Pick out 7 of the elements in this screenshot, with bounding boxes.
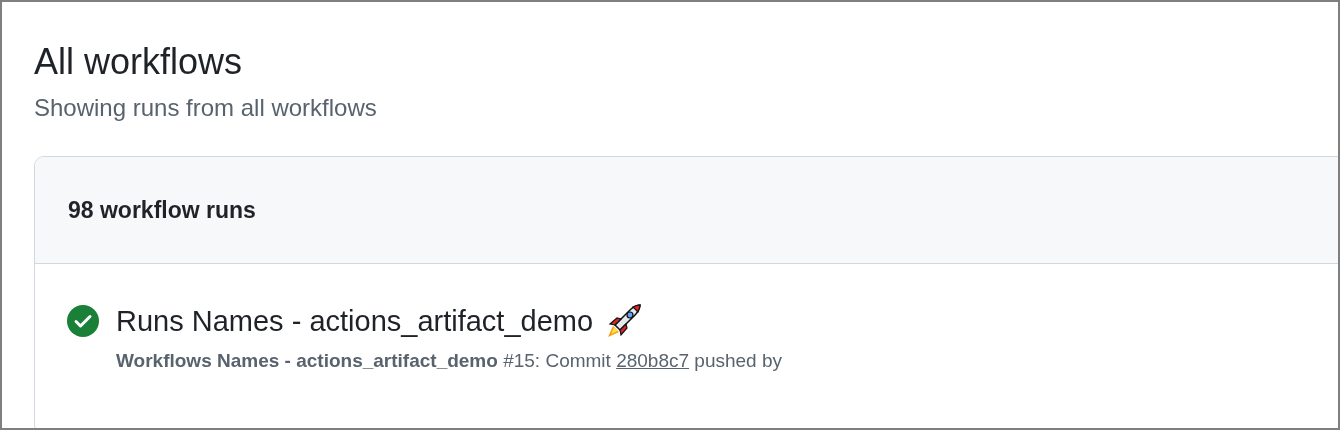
commit-link[interactable]: 280b8c7 <box>616 350 690 371</box>
run-details: Workflows Names - actions_artifact_demo #15: Commit 280b8c7 pushed by <box>116 349 782 373</box>
run-count: 98 workflow runs <box>68 195 256 225</box>
rocket-icon <box>605 302 644 340</box>
run-title[interactable]: Runs Names - actions_artifact_demo <box>116 303 594 339</box>
page-title: All workflows <box>34 40 243 84</box>
page-subtitle: Showing runs from all workflows <box>34 93 377 123</box>
